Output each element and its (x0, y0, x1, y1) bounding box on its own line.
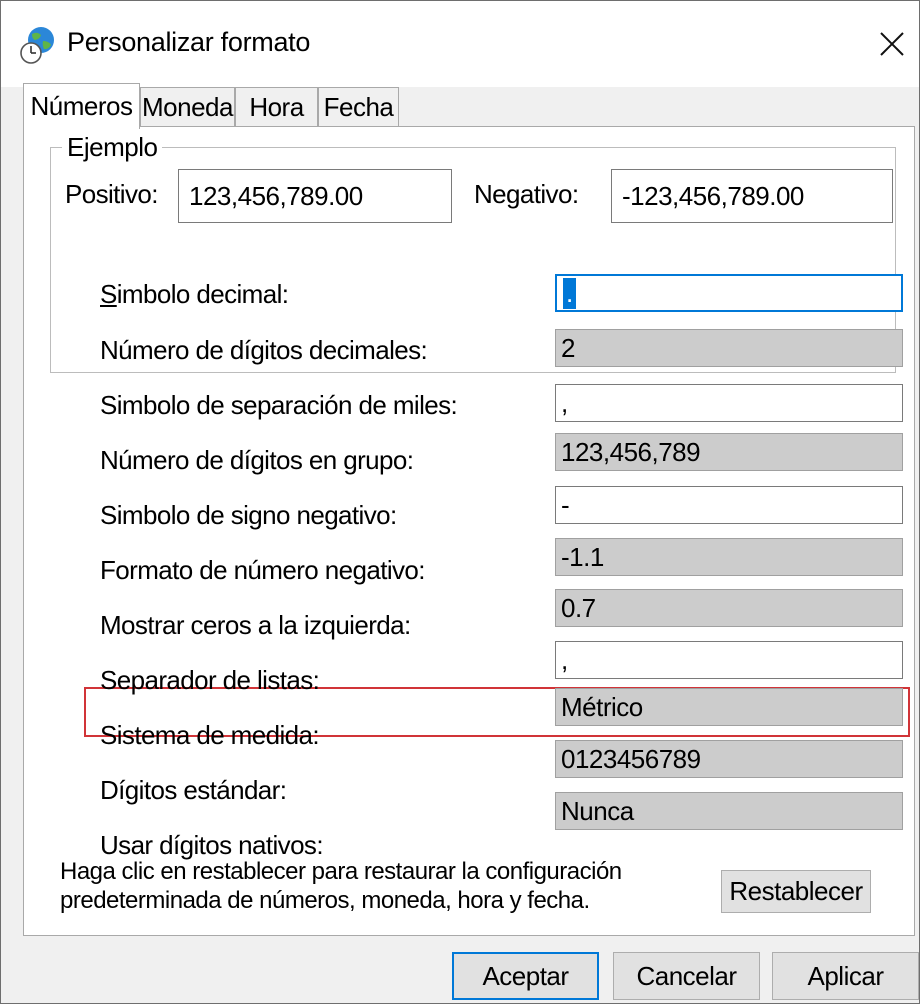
setting-label-decimal-symbol: Simbolo decimal: (100, 279, 289, 309)
thousands-separator-field[interactable]: , (555, 384, 903, 422)
setting-label-list-separator: Separador de listas: (100, 665, 320, 695)
positive-example-field: 123,456,789.00 (178, 169, 452, 223)
setting-label-negative-format: Formato de número negativo: (100, 555, 425, 585)
standard-digits-field[interactable]: 0123456789 (555, 740, 903, 778)
decimal-digits-field[interactable]: 2 (555, 329, 903, 367)
decimal-symbol-field[interactable]: . (555, 274, 903, 312)
negative-label: Negativo: (474, 179, 579, 209)
numbers-panel: Ejemplo Positivo: 123,456,789.00 Negativ… (23, 126, 915, 936)
negative-example-field: -123,456,789.00 (611, 169, 893, 223)
setting-label-digit-grouping: Número de dígitos en grupo: (100, 445, 414, 475)
negative-sign-field[interactable]: - (555, 486, 903, 524)
window-title: Personalizar formato (67, 27, 311, 57)
digit-grouping-field[interactable]: 123,456,789 (555, 433, 903, 471)
setting-label-negative-sign: Simbolo de signo negativo: (100, 500, 397, 530)
ok-button[interactable]: Aceptar (452, 952, 599, 1000)
list-separator-field[interactable]: , (555, 641, 903, 679)
tab-hora[interactable]: Hora (235, 87, 318, 127)
reset-info-text: Haga clic en restablecer para restaurar … (60, 857, 622, 915)
leading-zeros-field[interactable]: 0.7 (555, 589, 903, 627)
reset-button[interactable]: Restablecer (721, 870, 871, 913)
apply-button[interactable]: Aplicar (772, 952, 919, 1000)
tab-moneda[interactable]: Moneda (140, 87, 235, 127)
tab-numeros[interactable]: Números (23, 83, 140, 129)
negative-format-field[interactable]: -1.1 (555, 538, 903, 576)
globe-clock-icon (20, 27, 54, 64)
native-digits-field[interactable]: Nunca (555, 792, 903, 830)
dialog-window: Personalizar formato Números Moneda Hora… (0, 0, 920, 1004)
measurement-system-field[interactable]: Métrico (555, 688, 903, 726)
cancel-button[interactable]: Cancelar (613, 952, 760, 1000)
setting-label-thousands-separator: Simbolo de separación de miles: (100, 390, 458, 420)
close-button[interactable] (869, 19, 915, 69)
example-group-title: Ejemplo (62, 132, 163, 163)
setting-label-decimal-digits: Número de dígitos decimales: (100, 335, 428, 365)
reset-info-line-1: Haga clic en restablecer para restaurar … (60, 858, 622, 885)
setting-label-standard-digits: Dígitos estándar: (100, 775, 287, 805)
setting-label-measurement-system: Sistema de medida: (100, 720, 320, 750)
reset-info-line-2: predeterminada de números, moneda, hora … (60, 887, 590, 914)
tab-fecha[interactable]: Fecha (318, 87, 399, 127)
close-icon (880, 32, 904, 56)
title-bar: Personalizar formato (1, 1, 919, 87)
positive-label: Positivo: (65, 179, 158, 209)
setting-label-leading-zeros: Mostrar ceros a la izquierda: (100, 610, 411, 640)
